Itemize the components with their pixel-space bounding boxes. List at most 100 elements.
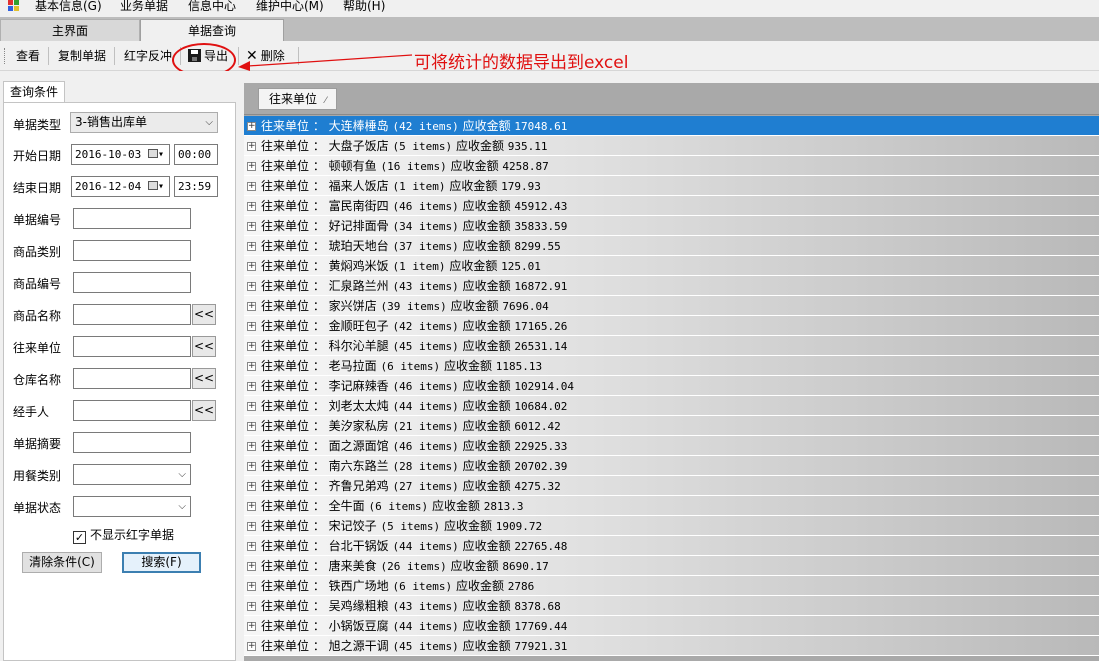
group-row[interactable]: + 往来单位 ： 齐鲁兄弟鸡 (27 items) 应收金额 4275.32 <box>244 476 1099 496</box>
expand-icon[interactable]: + <box>247 342 256 351</box>
group-row[interactable]: + 往来单位 ： 吴鸡缘粗粮 (43 items) 应收金额 8378.68 <box>244 596 1099 616</box>
group-row[interactable]: + 往来单位 ： 李记麻辣香 (46 items) 应收金额 102914.04 <box>244 376 1099 396</box>
group-row[interactable]: + 往来单位 ： 富民南街四 (46 items) 应收金额 45912.43 <box>244 196 1099 216</box>
expand-icon[interactable]: + <box>247 482 256 491</box>
group-row[interactable]: + 往来单位 ： 福来人饭店 (1 item) 应收金额 179.93 <box>244 176 1099 196</box>
partner-name: 李记麻辣香 <box>328 379 389 393</box>
group-row[interactable]: + 往来单位 ： 小锅饭豆腐 (44 items) 应收金额 17769.44 <box>244 616 1099 636</box>
expand-icon[interactable]: + <box>247 522 256 531</box>
goods-name-input[interactable] <box>73 304 191 325</box>
expand-icon[interactable]: + <box>247 602 256 611</box>
group-row[interactable]: + 往来单位 ： 大连棒棰岛 (42 items) 应收金额 17048.61 <box>244 116 1099 136</box>
menu-info-center[interactable]: 信息中心 <box>188 0 236 15</box>
expand-icon[interactable]: + <box>247 162 256 171</box>
expand-icon[interactable]: + <box>247 262 256 271</box>
group-row-text: 往来单位 ： 美汐家私房 (21 items) 应收金额 6012.42 <box>261 416 561 437</box>
group-row[interactable]: + 往来单位 ： 铁西广场地 (6 items) 应收金额 2786 <box>244 576 1099 596</box>
calendar-icon[interactable]: ▾ <box>144 179 168 194</box>
group-row[interactable]: + 往来单位 ： 科尔沁羊腿 (45 items) 应收金额 26531.14 <box>244 336 1099 356</box>
group-row[interactable]: + 往来单位 ： 刘老太太炖 (44 items) 应收金额 10684.02 <box>244 396 1099 416</box>
bill-type-select[interactable]: 3-销售出库单 ⌵ <box>70 112 218 133</box>
expand-icon[interactable]: + <box>247 562 256 571</box>
expand-icon[interactable]: + <box>247 502 256 511</box>
expand-icon[interactable]: + <box>247 422 256 431</box>
group-by-chip[interactable]: 往来单位 ⁄ <box>258 88 338 110</box>
group-row[interactable]: + 往来单位 ： 大盘子饭店 (5 items) 应收金额 935.11 <box>244 136 1099 156</box>
expand-icon[interactable]: + <box>247 282 256 291</box>
group-row[interactable]: + 往来单位 ： 唐来美食 (26 items) 应收金额 8690.17 <box>244 556 1099 576</box>
warehouse-input[interactable] <box>73 368 191 389</box>
group-row[interactable]: + 往来单位 ： 家兴饼店 (39 items) 应收金额 7696.04 <box>244 296 1099 316</box>
search-button[interactable]: 搜索(F) <box>122 552 201 573</box>
handler-picker-button[interactable]: << <box>192 400 216 421</box>
amount-label: 应收金额 <box>462 619 511 633</box>
expand-icon[interactable]: + <box>247 242 256 251</box>
expand-icon[interactable]: + <box>247 302 256 311</box>
clear-conditions-button[interactable]: 清除条件(C) <box>22 552 102 573</box>
expand-icon[interactable]: + <box>247 322 256 331</box>
splitter[interactable] <box>236 71 244 661</box>
tab-main[interactable]: 主界面 <box>0 19 140 41</box>
warehouse-picker-button[interactable]: << <box>192 368 216 389</box>
expand-icon[interactable]: + <box>247 442 256 451</box>
expand-icon[interactable]: + <box>247 542 256 551</box>
start-time-field[interactable]: 00:00 <box>174 144 218 165</box>
handler-input[interactable] <box>73 400 191 421</box>
group-row[interactable]: + 往来单位 ： 南六东路兰 (28 items) 应收金额 20702.39 <box>244 456 1099 476</box>
group-row[interactable]: + 往来单位 ： 台北干锅饭 (44 items) 应收金额 22765.48 <box>244 536 1099 556</box>
bill-no-input[interactable] <box>73 208 191 229</box>
tab-bill-query[interactable]: 单据查询 <box>140 19 284 41</box>
expand-icon[interactable]: + <box>247 622 256 631</box>
expand-icon[interactable]: + <box>247 222 256 231</box>
expand-icon[interactable]: + <box>247 362 256 371</box>
expand-icon[interactable]: + <box>247 122 256 131</box>
copy-bill-button[interactable]: 复制单据 <box>58 47 106 65</box>
partner-picker-button[interactable]: << <box>192 336 216 357</box>
menu-help[interactable]: 帮助(H) <box>343 0 385 15</box>
expand-icon[interactable]: + <box>247 402 256 411</box>
status-select[interactable]: ⌵ <box>73 496 191 517</box>
summary-input[interactable] <box>73 432 191 453</box>
end-date-picker[interactable]: 2016-12-04 ▾ <box>71 176 170 197</box>
expand-icon[interactable]: + <box>247 202 256 211</box>
group-row[interactable]: + 往来单位 ： 金顺旺包子 (42 items) 应收金额 17165.26 <box>244 316 1099 336</box>
menu-basic-info[interactable]: 基本信息(G) <box>35 0 102 15</box>
calendar-icon[interactable]: ▾ <box>144 147 168 162</box>
group-prefix: 往来单位 ： <box>261 419 325 433</box>
meal-type-select[interactable]: ⌵ <box>73 464 191 485</box>
expand-icon[interactable]: + <box>247 182 256 191</box>
end-time-field[interactable]: 23:59 <box>174 176 218 197</box>
group-row[interactable]: + 往来单位 ： 老马拉面 (6 items) 应收金额 1185.13 <box>244 356 1099 376</box>
expand-icon[interactable]: + <box>247 462 256 471</box>
amount-label: 应收金额 <box>449 259 498 273</box>
expand-icon[interactable]: + <box>247 582 256 591</box>
group-row[interactable]: + 往来单位 ： 黄焖鸡米饭 (1 item) 应收金额 125.01 <box>244 256 1099 276</box>
hide-red-checkbox[interactable]: ✓ 不显示红字单据 <box>73 526 174 544</box>
tab-query-conditions[interactable]: 查询条件 <box>3 81 65 103</box>
group-row[interactable]: + 往来单位 ： 全牛面 (6 items) 应收金额 2813.3 <box>244 496 1099 516</box>
partner-name: 齐鲁兄弟鸡 <box>328 479 389 493</box>
group-row[interactable]: + 往来单位 ： 顿顿有鱼 (16 items) 应收金额 4258.87 <box>244 156 1099 176</box>
goods-category-input[interactable] <box>73 240 191 261</box>
group-row[interactable]: + 往来单位 ： 面之源面馆 (46 items) 应收金额 22925.33 <box>244 436 1099 456</box>
goods-no-input[interactable] <box>73 272 191 293</box>
annotation-arrow <box>238 54 413 71</box>
group-row[interactable]: + 往来单位 ： 宋记饺子 (5 items) 应收金额 1909.72 <box>244 516 1099 536</box>
group-row[interactable]: + 往来单位 ： 美汐家私房 (21 items) 应收金额 6012.42 <box>244 416 1099 436</box>
view-button[interactable]: 查看 <box>16 47 40 65</box>
group-row[interactable]: + 往来单位 ： 汇泉路兰州 (43 items) 应收金额 16872.91 <box>244 276 1099 296</box>
status-label: 单据状态 <box>13 501 62 515</box>
red-reverse-button[interactable]: 红字反冲 <box>124 47 172 65</box>
menu-business-docs[interactable]: 业务单据 <box>120 0 168 15</box>
partner-input[interactable] <box>73 336 191 357</box>
group-row[interactable]: + 往来单位 ： 琥珀天地台 (37 items) 应收金额 8299.55 <box>244 236 1099 256</box>
expand-icon[interactable]: + <box>247 382 256 391</box>
group-row[interactable]: + 往来单位 ： 旭之源干调 (45 items) 应收金额 77921.31 <box>244 636 1099 656</box>
results-grid: 往来单位 ⁄ + 往来单位 ： 大连棒棰岛 (42 items) 应收金额 170… <box>244 83 1099 661</box>
start-date-picker[interactable]: 2016-10-03 ▾ <box>71 144 170 165</box>
menu-maintenance[interactable]: 维护中心(M) <box>256 0 324 15</box>
group-row[interactable]: + 往来单位 ： 好记排面骨 (34 items) 应收金额 35833.59 <box>244 216 1099 236</box>
goods-name-picker-button[interactable]: << <box>192 304 216 325</box>
expand-icon[interactable]: + <box>247 642 256 651</box>
expand-icon[interactable]: + <box>247 142 256 151</box>
